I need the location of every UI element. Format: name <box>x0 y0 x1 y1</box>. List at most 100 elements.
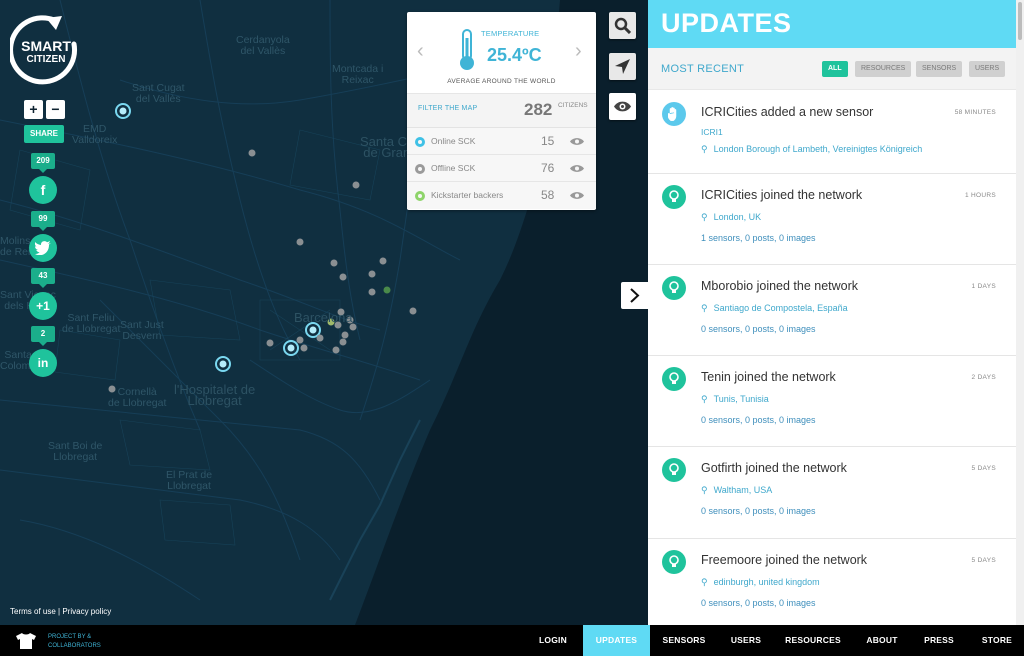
place-label: Cornellà de Llobregat <box>108 386 167 409</box>
logo-text: SMART CITIZEN <box>21 38 71 65</box>
place-label: Sant Just Desvern <box>120 319 164 342</box>
smart-citizen-logo[interactable]: SMART CITIZEN <box>8 14 82 86</box>
facebook-icon[interactable]: f <box>29 176 57 204</box>
update-stats: 0 sensors, 0 posts, 0 images <box>701 506 816 516</box>
update-location: ⚲ Tunis, Tunisia <box>701 394 769 404</box>
update-location: ⚲ Santiago de Compostela, España <box>701 303 848 313</box>
locate-button[interactable] <box>609 53 636 80</box>
nav-login[interactable]: LOGIN <box>531 625 575 656</box>
search-icon <box>614 17 631 34</box>
updates-panel: UPDATES MOST RECENT ALL RESOURCES SENSOR… <box>648 0 1016 625</box>
nav-sensors[interactable]: SENSORS <box>657 625 711 656</box>
filter-tab-sensors[interactable]: SENSORS <box>916 61 963 77</box>
update-title: Mborobio joined the network <box>701 279 859 293</box>
terms-of-use-link[interactable]: Terms of use <box>10 607 56 616</box>
filter-row-label: Kickstarter backers <box>431 190 504 200</box>
eye-icon[interactable] <box>570 191 584 200</box>
update-title: ICRICities added a new sensor <box>701 105 874 119</box>
update-time: 1 HOURS <box>965 192 996 199</box>
googleplus-icon[interactable]: +1 <box>29 292 57 320</box>
linkedin-icon[interactable]: in <box>29 349 57 377</box>
project-credits-link[interactable]: PROJECT BY & COLLABORATORS <box>48 633 101 651</box>
filter-row-count: 76 <box>541 161 555 175</box>
separator: | <box>58 607 61 616</box>
toggle-panel-button[interactable] <box>621 282 648 309</box>
twitter-bird-icon <box>35 241 51 255</box>
visibility-button[interactable] <box>609 93 636 120</box>
update-sensor-name[interactable]: ICRI1 <box>701 127 723 137</box>
zoom-out-button[interactable]: − <box>46 100 65 119</box>
twitter-icon[interactable] <box>29 234 57 262</box>
nav-store[interactable]: STORE <box>975 625 1019 656</box>
scrollbar[interactable] <box>1016 0 1024 625</box>
bulb-icon <box>662 550 686 574</box>
offline-dot-icon <box>415 164 425 174</box>
update-item[interactable]: Mborobio joined the network 1 DAYS ⚲ Sant… <box>648 265 1016 356</box>
place-label: Molins de Rei <box>0 235 31 258</box>
filter-row-offline[interactable]: Offline SCK 76 <box>407 155 596 182</box>
tshirt-icon[interactable] <box>16 633 36 649</box>
map-pin-icon: ⚲ <box>701 212 708 222</box>
map-pin-icon: ⚲ <box>701 303 708 313</box>
update-item[interactable]: Gotfirth joined the network 5 DAYS ⚲ Walt… <box>648 447 1016 539</box>
place-label: l'Hospitalet de Llobregat <box>174 382 256 408</box>
update-title: ICRICities joined the network <box>701 188 863 202</box>
update-stats: 0 sensors, 0 posts, 0 images <box>701 324 816 334</box>
updates-header: UPDATES <box>648 0 1016 48</box>
place-label: Sant Cugat del Vallès <box>132 82 185 105</box>
filter-tab-resources[interactable]: RESOURCES <box>855 61 912 77</box>
place-label: Montcada i Reixac <box>332 63 384 86</box>
update-stats: 0 sensors, 0 posts, 0 images <box>701 598 816 608</box>
search-button[interactable] <box>609 12 636 39</box>
nav-press[interactable]: PRESS <box>918 625 960 656</box>
eye-icon <box>614 101 631 112</box>
update-time: 5 DAYS <box>971 557 996 564</box>
update-title: Gotfirth joined the network <box>701 461 847 475</box>
next-arrow-icon[interactable]: › <box>575 40 582 63</box>
kickstarter-dot-icon <box>415 191 425 201</box>
most-recent-label: MOST RECENT <box>661 63 745 75</box>
eye-icon[interactable] <box>570 137 584 146</box>
citizens-label: CITIZENS <box>558 102 588 109</box>
map-pin-icon: ⚲ <box>701 144 708 154</box>
update-stats: 1 sensors, 0 posts, 0 images <box>701 233 816 243</box>
update-item[interactable]: Tenin joined the network 2 DAYS ⚲ Tunis, … <box>648 356 1016 447</box>
filter-tab-users[interactable]: USERS <box>969 61 1006 77</box>
place-label: Barcelona <box>294 310 353 325</box>
temperature-label: TEMPERATURE <box>481 29 540 38</box>
update-item[interactable]: ICRICities joined the network 1 HOURS ⚲ L… <box>648 174 1016 265</box>
thermometer-icon <box>460 29 474 70</box>
map-pin-icon: ⚲ <box>701 394 708 404</box>
zoom-in-button[interactable]: + <box>24 100 43 119</box>
updates-title: UPDATES <box>661 8 792 38</box>
update-item[interactable]: ICRICities added a new sensor 58 MINUTES… <box>648 91 1016 174</box>
location-arrow-icon <box>615 59 630 74</box>
bulb-icon <box>662 367 686 391</box>
filter-row-count: 58 <box>541 188 555 202</box>
map-pin-icon: ⚲ <box>701 485 708 495</box>
nav-about[interactable]: ABOUT <box>860 625 904 656</box>
chevron-right-icon <box>630 288 640 303</box>
temperature-subtitle: AVERAGE AROUND THE WORLD <box>447 78 556 85</box>
nav-users[interactable]: USERS <box>725 625 767 656</box>
prev-arrow-icon[interactable]: ‹ <box>417 40 424 63</box>
place-label: Cerdanyola del Vallès <box>236 34 290 57</box>
updates-subheader: MOST RECENT ALL RESOURCES SENSORS USERS <box>648 48 1016 90</box>
update-item[interactable]: Freemoore joined the network 5 DAYS ⚲ edi… <box>648 539 1016 625</box>
filter-tab-all[interactable]: ALL <box>822 61 848 77</box>
update-title: Tenin joined the network <box>701 370 836 384</box>
filter-row-label: Online SCK <box>431 136 476 146</box>
update-time: 1 DAYS <box>971 283 996 290</box>
eye-icon[interactable] <box>570 164 584 173</box>
place-label: EMD Valldoreix <box>72 123 118 146</box>
filter-row-online[interactable]: Online SCK 15 <box>407 128 596 155</box>
update-title: Freemoore joined the network <box>701 553 868 567</box>
place-label: Sant Boi de Llobregat <box>48 440 103 463</box>
nav-updates[interactable]: UPDATES <box>583 625 650 656</box>
nav-resources[interactable]: RESOURCES <box>781 625 845 656</box>
scrollbar-thumb[interactable] <box>1018 2 1022 40</box>
privacy-policy-link[interactable]: Privacy policy <box>62 607 111 616</box>
bulb-icon <box>662 276 686 300</box>
share-button[interactable]: SHARE <box>24 125 64 143</box>
filter-row-kickstarter[interactable]: Kickstarter backers 58 <box>407 182 596 209</box>
